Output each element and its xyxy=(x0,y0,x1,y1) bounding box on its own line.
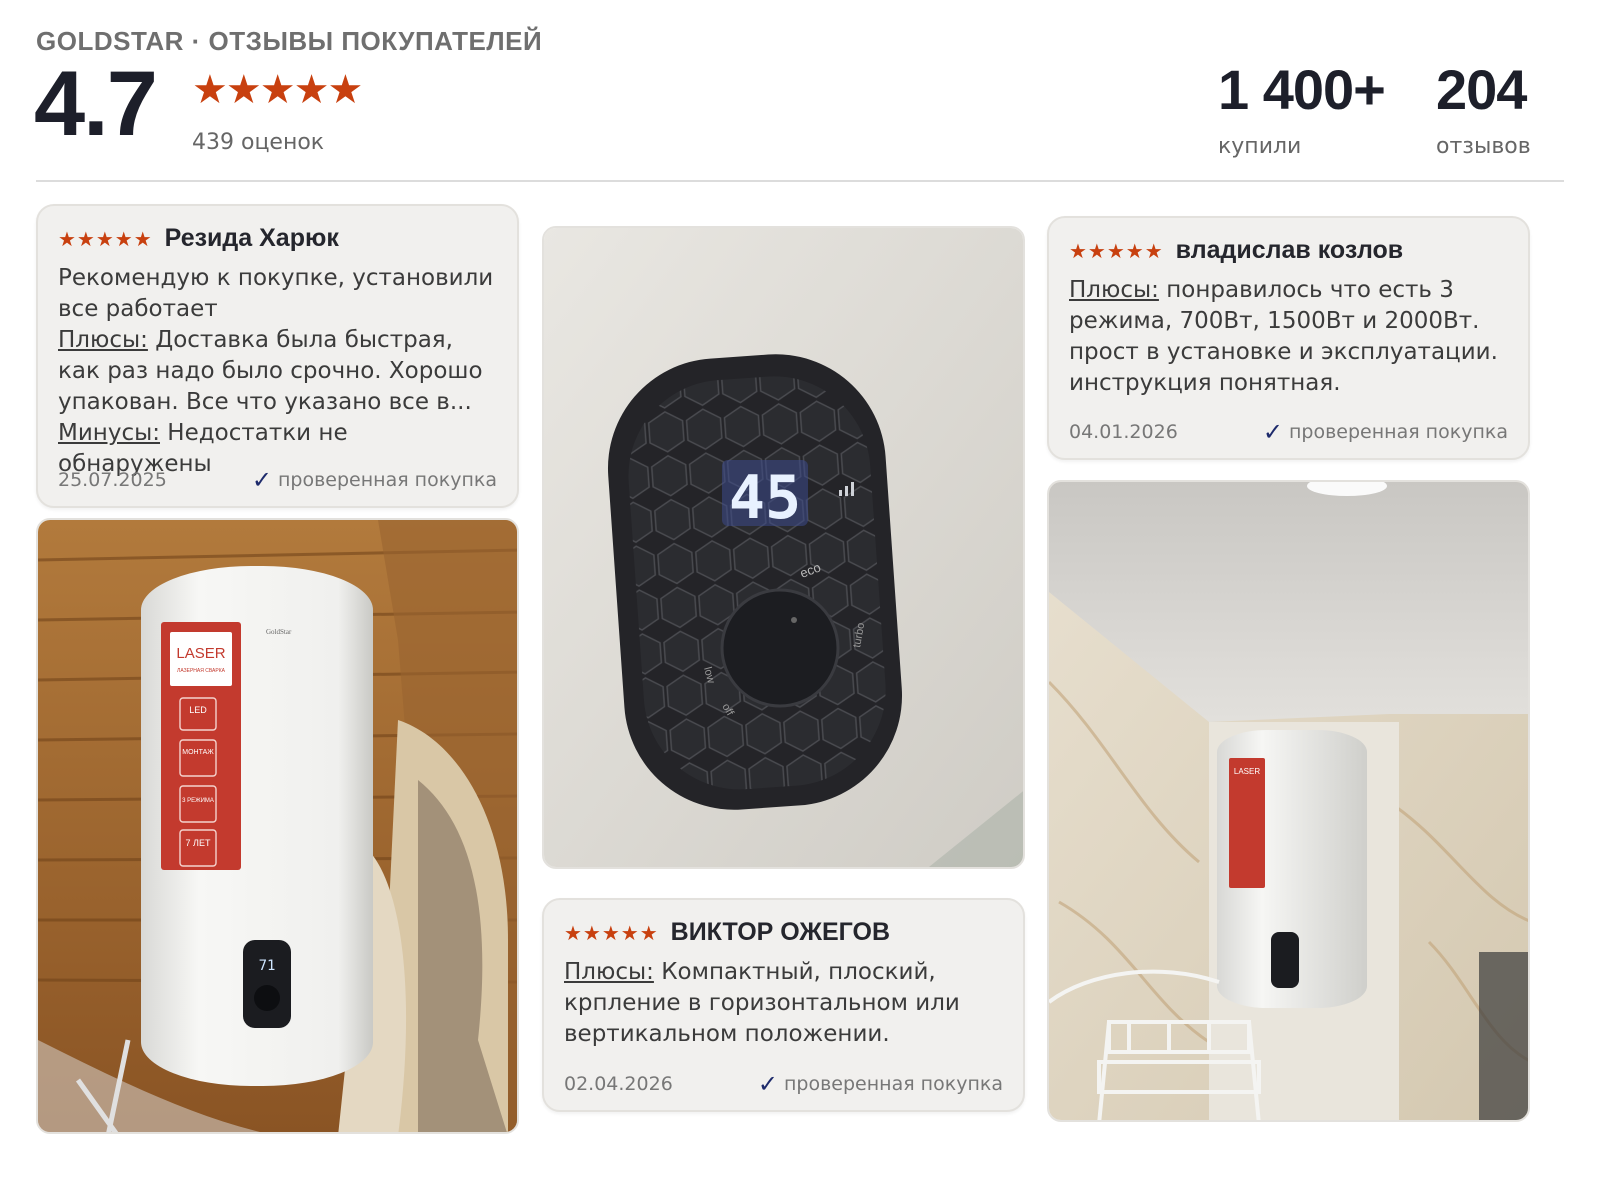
review-text: Плюсы: понравилось что есть 3 режима, 70… xyxy=(1069,275,1508,399)
review-photo-heater-bathroom[interactable]: LASER xyxy=(1047,480,1530,1122)
check-icon: ✓ xyxy=(1262,418,1283,446)
stat-reviews-value: 204 xyxy=(1436,58,1527,121)
review-text: Рекомендую к покупке, установили все раб… xyxy=(58,263,497,480)
feature-warranty: 7 ЛЕТ xyxy=(186,838,211,848)
stat-bought: 1 400+ купили xyxy=(1218,58,1386,160)
stat-bought-value: 1 400+ xyxy=(1218,58,1386,121)
verified-label: проверенная покупка xyxy=(783,1073,1003,1095)
stat-bought-label: купили xyxy=(1218,134,1302,159)
ratings-count: 439 оценок xyxy=(192,130,325,155)
heater-brand-label-small: LASER xyxy=(1234,767,1260,776)
check-icon: ✓ xyxy=(757,1070,778,1098)
heater-brand-label: LASER xyxy=(176,645,225,662)
verified-badge: ✓ проверенная покупка xyxy=(252,468,497,492)
review-date: 25.07.2025 xyxy=(58,469,167,491)
header-divider xyxy=(36,180,1564,182)
feature-modes: 3 РЕЖИМА xyxy=(182,798,214,804)
review-card[interactable]: ★★★★★ Резида Харюк Рекомендую к покупке,… xyxy=(36,204,519,508)
review-card[interactable]: ★★★★★ владислав козлов Плюсы: понравилос… xyxy=(1047,216,1530,460)
maker-label: GoldStar xyxy=(266,628,292,636)
review-stars: ★★★★★ xyxy=(564,920,659,945)
cons-label: Минусы: xyxy=(58,420,160,446)
review-card[interactable]: ★★★★★ ВИКТОР ОЖЕГОВ Плюсы: Компактный, п… xyxy=(542,898,1025,1112)
verified-badge: ✓ проверенная покупка xyxy=(758,1072,1003,1096)
feature-led: LED xyxy=(189,705,207,715)
average-stars: ★★★★★ xyxy=(192,67,363,113)
review-stars: ★★★★★ xyxy=(1069,238,1164,263)
verified-badge: ✓ проверенная покупка xyxy=(1263,420,1508,444)
review-text: Плюсы: Компактный, плоский, крпление в г… xyxy=(564,957,1003,1050)
check-icon: ✓ xyxy=(251,466,272,494)
pros-label: Плюсы: xyxy=(58,327,148,353)
review-stars: ★★★★★ xyxy=(58,226,153,251)
review-date: 04.01.2026 xyxy=(1069,421,1178,443)
review-author: Резида Харюк xyxy=(164,224,339,252)
small-display: 71 xyxy=(259,958,276,974)
review-author: ВИКТОР ОЖЕГОВ xyxy=(670,918,891,946)
review-date: 02.04.2026 xyxy=(564,1073,673,1095)
verified-label: проверенная покупка xyxy=(1288,421,1508,443)
review-intro: Рекомендую к покупке, установили все раб… xyxy=(58,265,494,322)
pros-label: Плюсы: xyxy=(564,959,654,985)
heater-brand-sublabel: ЛАЗЕРНАЯ СВАРКА xyxy=(177,668,226,674)
stat-reviews: 204 отзывов xyxy=(1436,58,1531,160)
pros-label: Плюсы: xyxy=(1069,277,1159,303)
big-display: 45 xyxy=(729,463,801,533)
review-photo-control-panel[interactable]: 45 eco low off turbo xyxy=(542,226,1025,869)
review-author: владислав козлов xyxy=(1175,236,1404,264)
average-rating: 4.7 xyxy=(34,53,158,155)
verified-label: проверенная покупка xyxy=(277,469,497,491)
review-photo-heater-wood[interactable]: LASER ЛАЗЕРНАЯ СВАРКА LED МОНТАЖ 3 РЕЖИМ… xyxy=(36,518,519,1134)
feature-mount: МОНТАЖ xyxy=(182,749,214,756)
stat-reviews-label: отзывов xyxy=(1436,134,1531,159)
